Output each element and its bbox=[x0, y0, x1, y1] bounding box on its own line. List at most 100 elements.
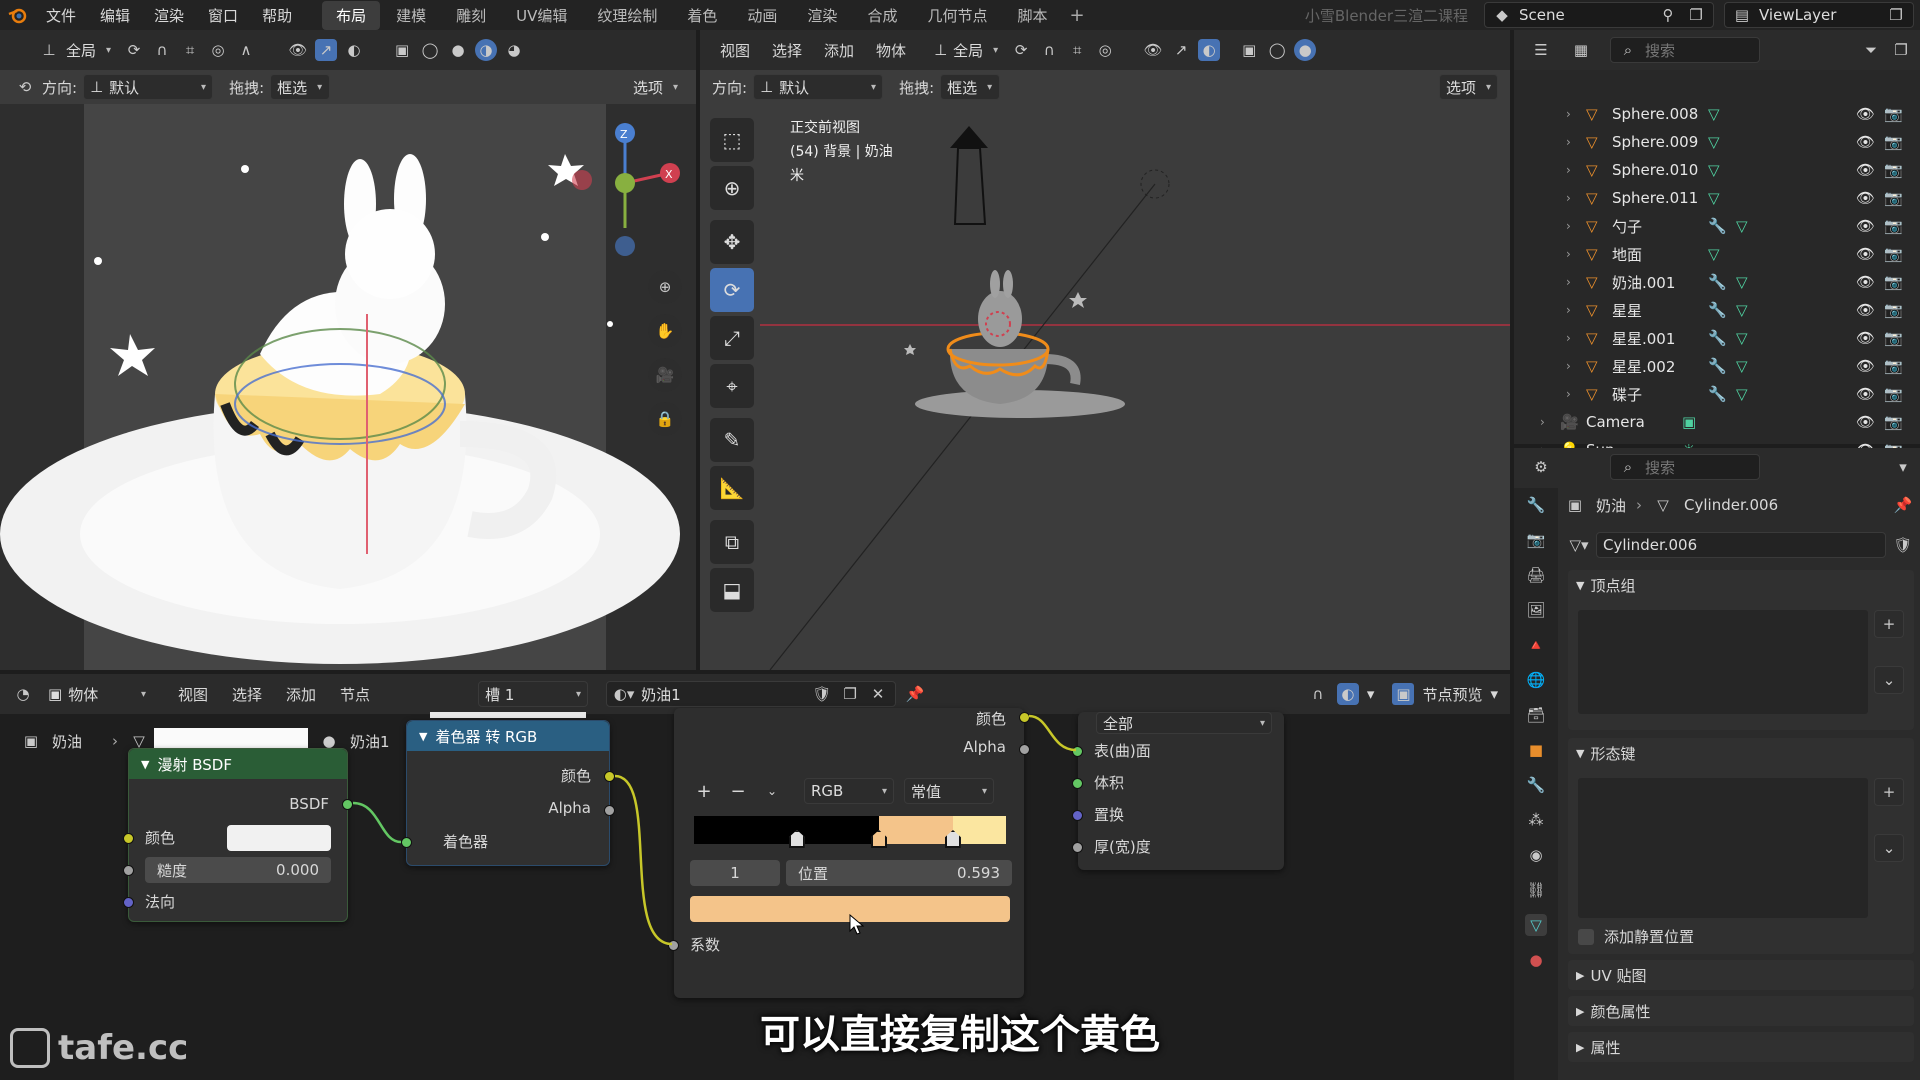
sk-collapse-icon[interactable]: ▼ bbox=[1576, 747, 1584, 760]
stg-color-out-socket[interactable] bbox=[604, 771, 615, 782]
workspace-tab[interactable]: 合成 bbox=[853, 1, 911, 30]
roughness-field[interactable]: 糙度 0.000 bbox=[145, 857, 331, 883]
outliner-item[interactable]: › ▽ 碟子 🔧 ▽ 👁 📷 bbox=[1514, 380, 1920, 408]
props-pin-icon[interactable]: 📌 bbox=[1892, 494, 1914, 516]
ramp-interp-dropdown[interactable]: 常值 ▾ bbox=[904, 778, 994, 804]
rv-menu-item[interactable]: 物体 bbox=[876, 40, 906, 61]
ramp-stop-marker[interactable] bbox=[871, 830, 888, 848]
outliner-item[interactable]: › ▽ 地面 ▽ 👁 📷 bbox=[1514, 240, 1920, 268]
pan-hand-icon[interactable]: ✋ bbox=[648, 314, 682, 348]
mesh-data-icon[interactable]: ▽ bbox=[1736, 301, 1764, 319]
stg-alpha-out-socket[interactable] bbox=[604, 805, 615, 816]
proportional-edit-icon[interactable]: ◎ bbox=[207, 39, 229, 61]
visibility-eye-icon[interactable]: 👁 bbox=[1856, 329, 1884, 347]
visibility-icon[interactable]: 👁 bbox=[287, 39, 309, 61]
rv-proportional-icon[interactable]: ◎ bbox=[1094, 39, 1116, 61]
rv-menu-item[interactable]: 视图 bbox=[720, 40, 750, 61]
modifier-tab-icon[interactable]: 🔧 bbox=[1525, 774, 1547, 796]
rv-orientation-dropdown[interactable]: ⊥ 全局 ▾ bbox=[928, 37, 1004, 63]
menu-item[interactable]: 文件 bbox=[36, 5, 86, 26]
material-tab-icon[interactable]: ● bbox=[1525, 949, 1547, 971]
mesh-data-icon[interactable]: ▽ bbox=[1736, 385, 1764, 403]
workspace-tab[interactable]: 脚本 bbox=[1003, 1, 1061, 30]
bsdf-output-socket[interactable] bbox=[342, 799, 353, 810]
mesh-data-icon[interactable]: ▽ bbox=[1736, 329, 1764, 347]
properties-editor-icon[interactable]: ⚙ bbox=[1530, 456, 1552, 478]
workspace-tab[interactable]: 布局 bbox=[322, 0, 381, 30]
lock-icon[interactable]: 🔒 bbox=[648, 402, 682, 436]
navigation-gizmo[interactable]: Z X bbox=[570, 118, 680, 258]
outliner-item[interactable]: › ▽ 奶油.001 🔧 ▽ 👁 📷 bbox=[1514, 268, 1920, 296]
mesh-browse-icon[interactable]: ▽▾ bbox=[1568, 534, 1590, 556]
diffuse-color-swatch[interactable] bbox=[227, 825, 331, 851]
data-tab-icon[interactable]: ▽ bbox=[1525, 914, 1547, 936]
output-tab-icon[interactable]: 🖨 bbox=[1525, 564, 1547, 586]
ramp-fac-in-socket[interactable] bbox=[668, 940, 679, 951]
menu-item[interactable]: 窗口 bbox=[198, 5, 248, 26]
rv-direction-dropdown[interactable]: ⊥ 默认 ▾ bbox=[753, 74, 884, 100]
outliner-item[interactable]: › ▽ Sphere.010 ▽ 👁 📷 bbox=[1514, 156, 1920, 184]
ramp-menu-chevron-icon[interactable]: ⌄ bbox=[760, 784, 784, 798]
node-overlay-icon[interactable]: ◐ bbox=[1336, 683, 1359, 705]
workspace-tab[interactable]: 纹理绘制 bbox=[583, 1, 671, 30]
menu-item[interactable]: 帮助 bbox=[252, 5, 302, 26]
rv-snap-target-icon[interactable]: ⌗ bbox=[1066, 39, 1088, 61]
overlay-icon[interactable]: ◐ bbox=[343, 39, 365, 61]
ramp-position-field[interactable]: 位置 0.593 bbox=[786, 860, 1012, 886]
menu-item[interactable]: 编辑 bbox=[90, 5, 140, 26]
render-camera-icon[interactable]: 📷 bbox=[1884, 105, 1912, 123]
viewlayer-tab-icon[interactable]: 🖼 bbox=[1525, 599, 1547, 621]
modifier-wrench-icon[interactable]: 🔧 bbox=[1708, 357, 1736, 375]
expand-arrow-icon[interactable]: › bbox=[1566, 275, 1586, 289]
mesh-data-icon[interactable]: ▽ bbox=[1708, 105, 1736, 123]
zoom-icon[interactable]: ⊕ bbox=[648, 270, 682, 304]
properties-search[interactable]: ⌕ 搜索 bbox=[1610, 454, 1760, 480]
camera-data-icon[interactable]: ▣ bbox=[1682, 413, 1710, 431]
render-camera-icon[interactable]: 📷 bbox=[1884, 161, 1912, 179]
rv-wireframe-icon[interactable]: ◯ bbox=[1266, 39, 1288, 61]
material-browse-icon[interactable]: ◐▾ bbox=[613, 683, 635, 705]
mesh-data-icon[interactable]: ▽ bbox=[1708, 245, 1736, 263]
camera-view-icon[interactable]: 🎥 bbox=[648, 358, 682, 392]
node-menu-item[interactable]: 选择 bbox=[232, 684, 262, 705]
slot-dropdown[interactable]: 槽 1 ▾ bbox=[478, 681, 589, 707]
rv-gizmo-icon[interactable]: ↗ bbox=[1170, 39, 1192, 61]
shape-keys-list[interactable] bbox=[1578, 778, 1868, 918]
visibility-eye-icon[interactable]: 👁 bbox=[1856, 133, 1884, 151]
visibility-eye-icon[interactable]: 👁 bbox=[1856, 161, 1884, 179]
expand-arrow-icon[interactable]: › bbox=[1566, 191, 1586, 205]
rendered-shading-icon[interactable]: ◕ bbox=[503, 39, 525, 61]
rv-options-dropdown[interactable]: 选项 ▾ bbox=[1438, 74, 1498, 100]
render-camera-icon[interactable]: 📷 bbox=[1884, 357, 1912, 375]
vg-more-button[interactable]: ⌄ bbox=[1874, 666, 1904, 694]
workspace-tab[interactable]: 雕刻 bbox=[442, 1, 500, 30]
material-datablock[interactable]: ◐▾ 奶油1 🛡 ❐ ✕ bbox=[606, 681, 897, 707]
ramp-remove-stop-button[interactable]: − bbox=[726, 781, 750, 802]
tool-tab-icon[interactable]: 🔧 bbox=[1525, 494, 1547, 516]
mesh-data-icon[interactable]: ▽ bbox=[1736, 217, 1764, 235]
material-duplicate-icon[interactable]: ❐ bbox=[839, 683, 861, 705]
right-viewport[interactable]: 视图 选择 添加 物体 ⊥ 全局 ▾ ⟳ ∩ ⌗ ◎ 👁 ↗ ◐ ▣ ◯ ● 方向: ⊥… bbox=[700, 30, 1510, 670]
uv-maps-panel[interactable]: ▶ UV 贴图 bbox=[1568, 960, 1914, 990]
expand-arrow-icon[interactable]: › bbox=[1540, 415, 1560, 429]
modifier-wrench-icon[interactable]: 🔧 bbox=[1708, 301, 1736, 319]
constraints-tab-icon[interactable]: ⛓ bbox=[1525, 879, 1547, 901]
material-shading-icon[interactable]: ◑ bbox=[475, 39, 498, 61]
expand-arrow-icon[interactable]: › bbox=[1566, 331, 1586, 345]
workspace-tab[interactable]: 渲染 bbox=[793, 1, 851, 30]
node-menu-item[interactable]: 视图 bbox=[178, 684, 208, 705]
diffuse-node-header[interactable]: ▼ 漫射 BSDF bbox=[129, 749, 347, 779]
color-input-socket[interactable] bbox=[123, 833, 134, 844]
visibility-eye-icon[interactable]: 👁 bbox=[1856, 413, 1884, 431]
node-pin-icon[interactable]: 📌 bbox=[904, 683, 926, 705]
workspace-tab[interactable]: 几何节点 bbox=[913, 1, 1001, 30]
material-fake-user-icon[interactable]: 🛡 bbox=[811, 683, 833, 705]
falloff-icon[interactable]: ∧ bbox=[235, 39, 257, 61]
visibility-eye-icon[interactable]: 👁 bbox=[1856, 105, 1884, 123]
node-overlay-dropdown[interactable]: ▾ bbox=[1367, 685, 1375, 703]
rv-drag-dropdown[interactable]: 框选 ▾ bbox=[940, 74, 1001, 100]
visibility-eye-icon[interactable]: 👁 bbox=[1856, 217, 1884, 235]
wireframe-shading-icon[interactable]: ◯ bbox=[419, 39, 441, 61]
stg-node-header[interactable]: ▼ 着色器 转 RGB bbox=[407, 721, 609, 751]
diffuse-collapse-icon[interactable]: ▼ bbox=[141, 758, 149, 771]
